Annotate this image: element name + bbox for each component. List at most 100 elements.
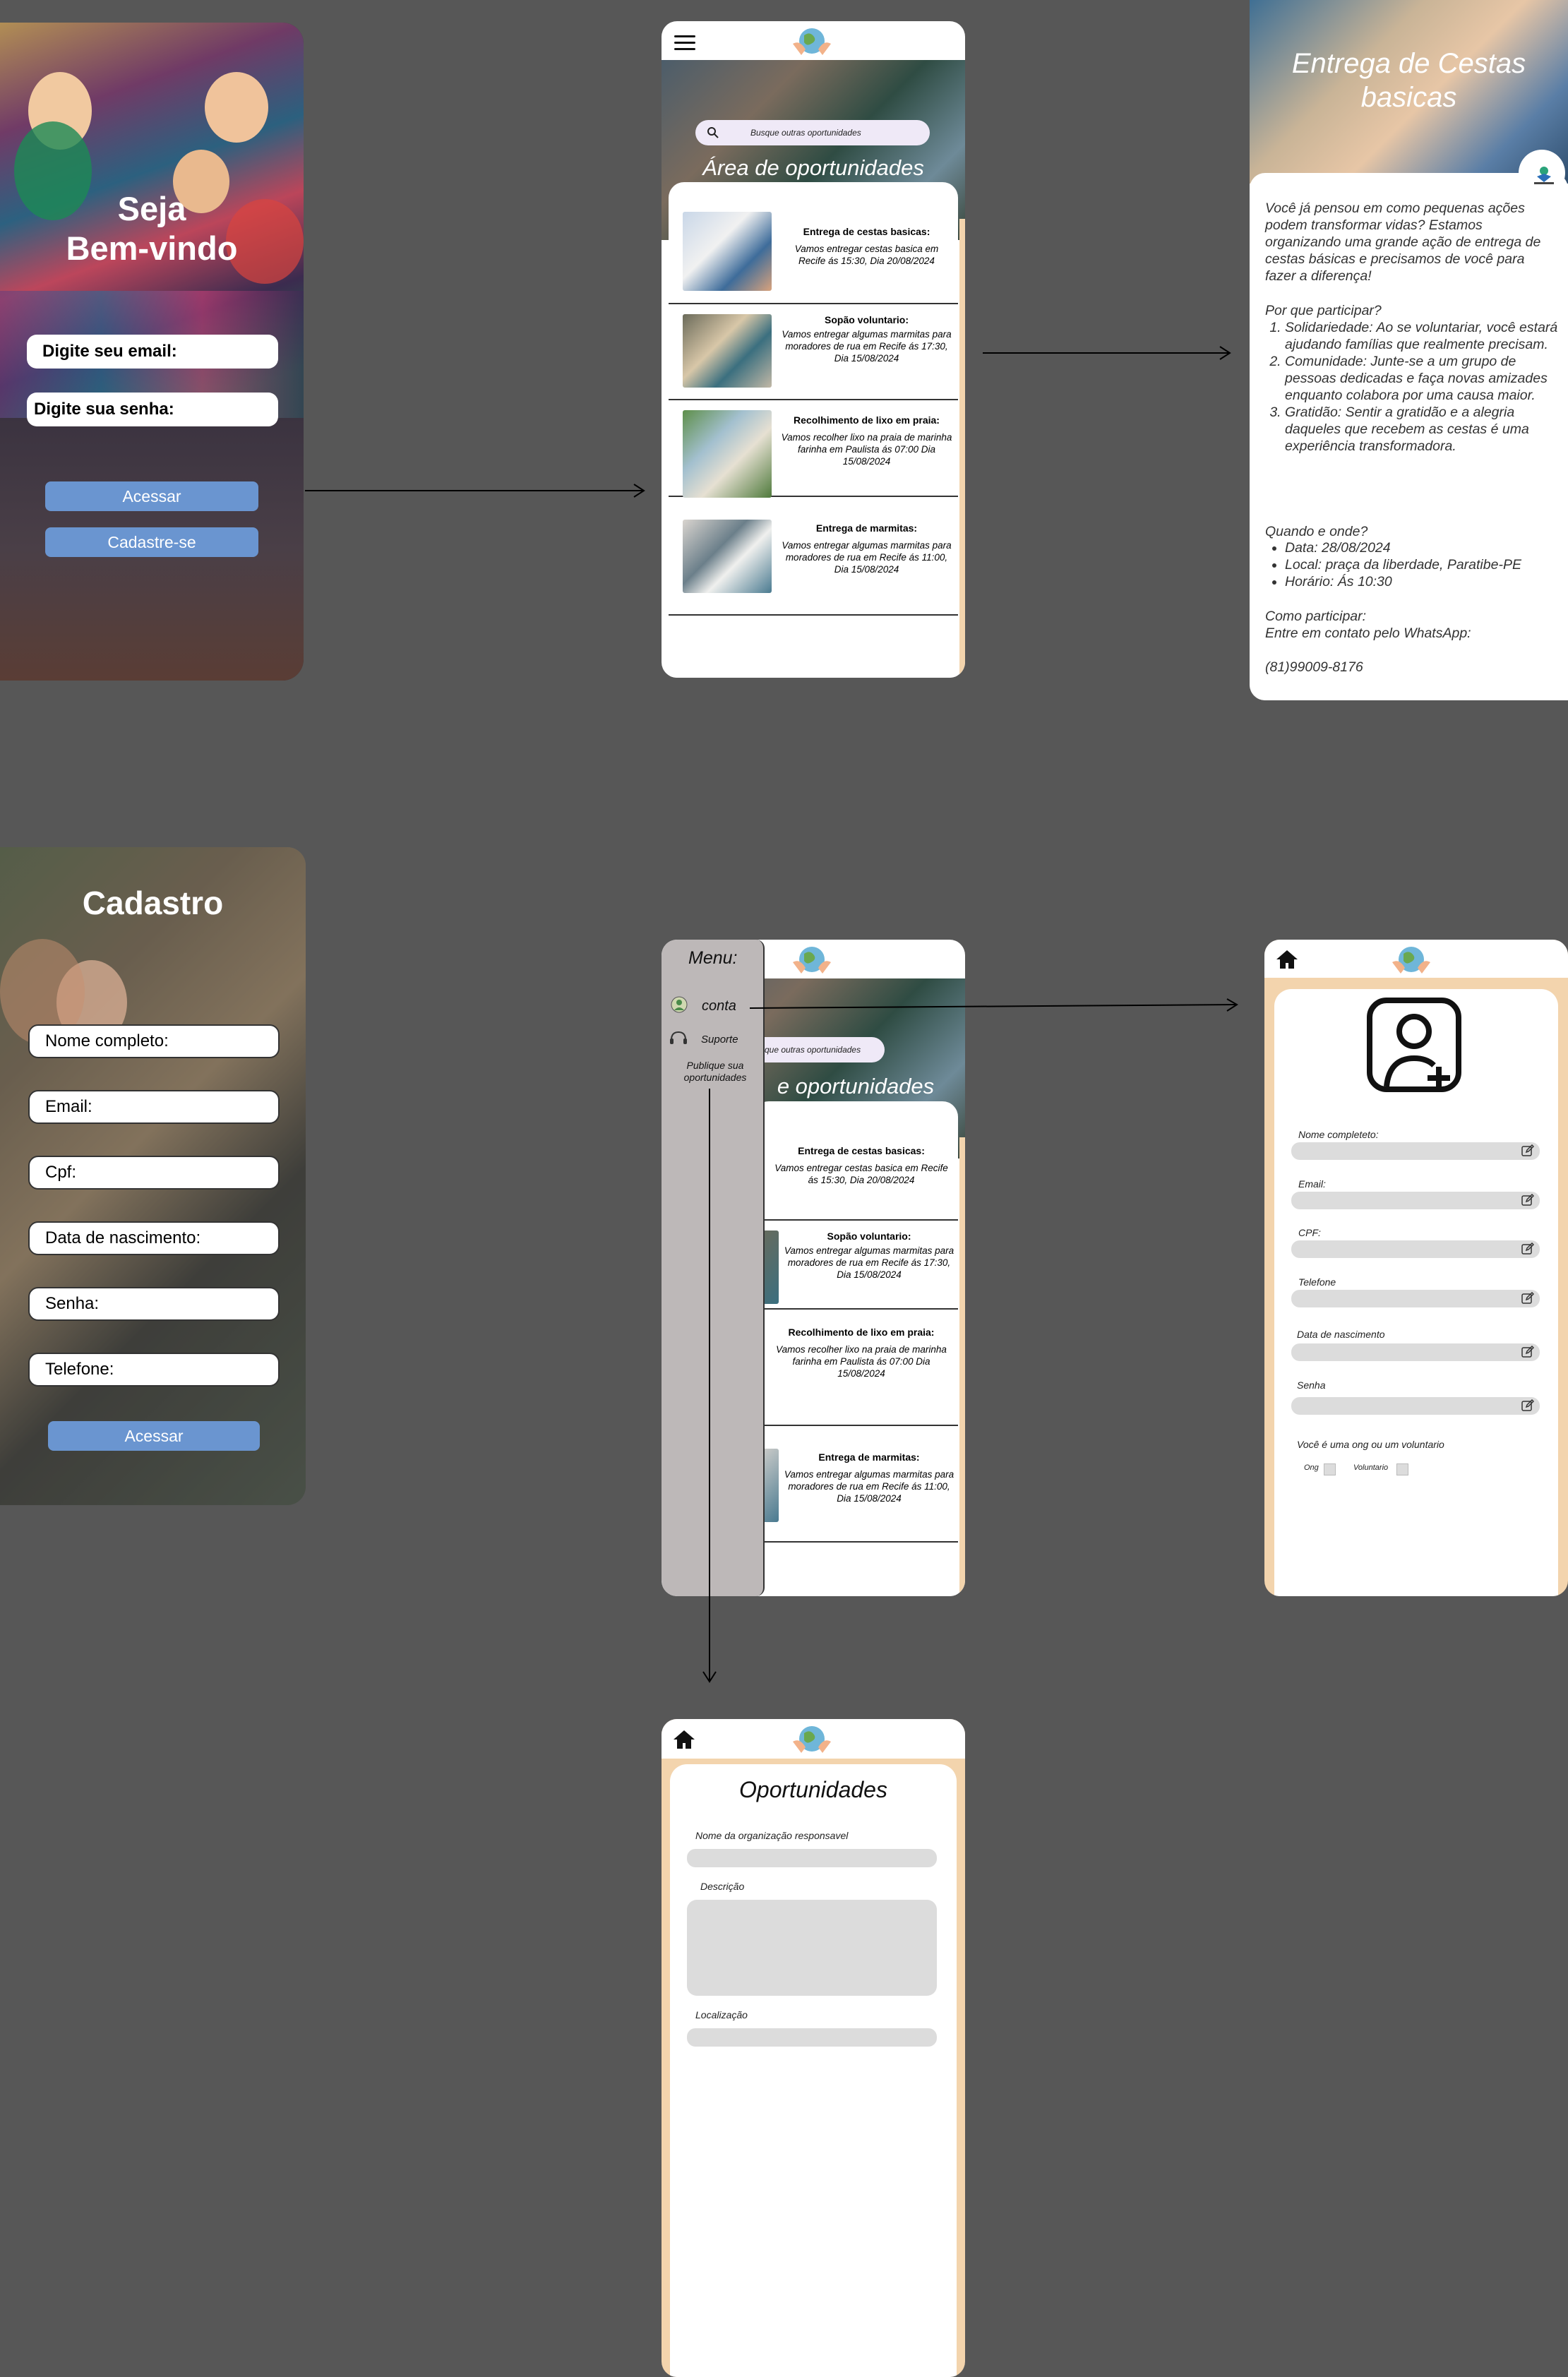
reason-item: Comunidade: Junte-se a um grupo de pesso… — [1285, 353, 1560, 404]
option-volunteer-checkbox[interactable] — [1396, 1463, 1408, 1475]
edit-icon[interactable] — [1521, 1292, 1534, 1305]
opportunity-description: Vamos entregar cestas basica em Recife á… — [794, 244, 939, 266]
menu-item-support[interactable]: Suporte — [701, 1034, 738, 1046]
label-cpf: CPF: — [1298, 1227, 1321, 1238]
area-title: Área de oportunidades — [702, 155, 924, 180]
location-field[interactable] — [687, 2028, 937, 2047]
support-icon — [670, 1031, 687, 1044]
opportunity-title: Sopão voluntario: — [825, 314, 909, 325]
when-heading: Quando e onde? — [1265, 524, 1368, 539]
list-item[interactable]: Recolhimento de lixo em praia: Vamos rec… — [669, 400, 958, 498]
opportunity-title: Entrega de marmitas: — [818, 1451, 920, 1463]
label-email: Email: — [1298, 1178, 1326, 1190]
detail-title-line1: Entrega de Cestas — [1291, 48, 1526, 79]
when-list: Data: 28/08/2024 Local: praça da liberda… — [1265, 539, 1567, 590]
opportunity-description: Vamos entregar algumas marmitas para mor… — [782, 329, 952, 364]
publish-opportunity-screen: Oportunidades Nome da organização respon… — [662, 1719, 965, 2377]
cpf-input[interactable]: Cpf: — [28, 1156, 280, 1190]
logo-globe-icon — [1392, 947, 1430, 974]
thumbnail-image — [683, 520, 772, 593]
opportunity-title: Recolhimento de lixo em praia: — [794, 414, 940, 426]
birthdate-field[interactable] — [1291, 1343, 1540, 1361]
list-item[interactable]: Entrega de cestas basicas: Vamos entrega… — [669, 182, 958, 304]
search-placeholder: sque outras oportunidades — [760, 1045, 861, 1055]
fullname-field[interactable] — [1291, 1142, 1540, 1160]
email-input[interactable]: Digite seu email: — [27, 335, 278, 369]
list-item[interactable]: Sopão voluntario: Vamos entregar algumas… — [753, 1221, 958, 1310]
menu-title: Menu: — [688, 948, 738, 968]
profile-screen: Nome completeto: Email: CPF: Telefone Da… — [1264, 940, 1568, 1596]
search-placeholder: Busque outras oportunidades — [750, 128, 861, 138]
area-title: e oportunidades — [777, 1074, 935, 1098]
label-location: Localização — [695, 2009, 748, 2020]
option-volunteer-label: Voluntario — [1353, 1463, 1389, 1472]
add-user-icon[interactable] — [1365, 996, 1466, 1096]
email-field[interactable] — [1291, 1192, 1540, 1209]
organization-field[interactable] — [687, 1849, 937, 1867]
list-item[interactable]: Sopão voluntario: Vamos entregar algumas… — [669, 304, 958, 400]
list-item[interactable]: Entrega de marmitas: Vamos entregar algu… — [669, 497, 958, 616]
welcome-title-line1: Seja — [117, 190, 186, 227]
flow-arrow — [749, 998, 1238, 1012]
edit-icon[interactable] — [1521, 1346, 1534, 1358]
edit-icon[interactable] — [1521, 1243, 1534, 1255]
phone-input[interactable]: Telefone: — [28, 1353, 280, 1387]
logo-globe-icon — [793, 28, 831, 55]
opportunity-description: Vamos entregar cestas basica em Recife á… — [774, 1163, 948, 1185]
logo-globe-icon — [793, 947, 831, 974]
opportunity-description: Vamos recolher lixo na praia de marinha … — [781, 432, 952, 467]
password-input[interactable]: Senha: — [28, 1287, 280, 1321]
detail-intro: Você já pensou em como pequenas ações po… — [1265, 200, 1541, 284]
description-field[interactable] — [687, 1900, 937, 1996]
list-item[interactable]: Recolhimento de lixo em praia: Vamos rec… — [753, 1310, 958, 1426]
opportunity-detail-screen: Entrega de Cestas basicas Você já pensou… — [1250, 0, 1568, 700]
menu-item-account[interactable]: conta — [702, 998, 736, 1014]
opportunity-description: Vamos recolher lixo na praia de marinha … — [776, 1344, 947, 1379]
cpf-field[interactable] — [1291, 1240, 1540, 1258]
fullname-input[interactable]: Nome completo: — [28, 1024, 280, 1058]
label-description: Descrição — [700, 1881, 745, 1892]
mural-face — [205, 72, 268, 143]
signup-button[interactable]: Cadastre-se — [45, 527, 258, 557]
phone-field[interactable] — [1291, 1290, 1540, 1307]
login-button[interactable]: Acessar — [45, 481, 258, 511]
publish-title: Oportunidades — [739, 1777, 887, 1802]
opportunity-description: Vamos entregar algumas marmitas para mor… — [784, 1245, 954, 1280]
detail-title-line2: basicas — [1360, 82, 1457, 113]
opportunity-title: Sopão voluntario: — [827, 1231, 911, 1242]
label-phone: Telefone — [1298, 1276, 1336, 1288]
opportunity-title: Entrega de marmitas: — [815, 522, 918, 534]
signup-title: Cadastro — [82, 885, 224, 921]
signup-screen: Cadastro Nome completo: Email: Cpf: Data… — [0, 847, 306, 1505]
logo-globe-icon — [793, 1726, 831, 1753]
home-icon[interactable] — [1275, 949, 1299, 970]
search-input[interactable]: Busque outras oportunidades — [695, 120, 930, 145]
opportunity-title: Recolhimento de lixo em praia: — [788, 1327, 935, 1338]
list-item[interactable]: Entrega de marmitas: Vamos entregar algu… — [753, 1426, 958, 1543]
home-icon[interactable] — [672, 1729, 696, 1750]
menu-icon[interactable] — [674, 34, 695, 51]
edit-icon[interactable] — [1521, 1399, 1534, 1412]
side-accent — [959, 1137, 965, 1596]
option-ong-label: Ong — [1304, 1463, 1319, 1472]
welcome-title-line2: Bem-vindo — [66, 229, 238, 267]
option-ong-checkbox[interactable] — [1324, 1463, 1336, 1475]
search-icon — [707, 127, 719, 138]
whatsapp-number[interactable]: (81)99009-8176 — [1265, 659, 1363, 676]
password-field[interactable] — [1291, 1397, 1540, 1415]
signup-submit-button[interactable]: Acessar — [48, 1421, 260, 1451]
password-input[interactable]: Digite sua senha: — [27, 393, 278, 426]
when-item: Data: 28/08/2024 — [1285, 539, 1567, 556]
email-input[interactable]: Email: — [28, 1090, 280, 1124]
list-item[interactable]: Entrega de cestas basicas: Vamos entrega… — [753, 1101, 958, 1221]
birthdate-input[interactable]: Data de nascimento: — [28, 1221, 280, 1255]
org-logo-icon — [1534, 167, 1554, 184]
thumbnail-image — [683, 410, 772, 498]
edit-icon[interactable] — [1521, 1194, 1534, 1207]
thumbnail-image — [683, 212, 772, 291]
menu-item-publish[interactable]: Publique sua oportunidades — [678, 1060, 752, 1084]
welcome-screen: Seja Bem-vindo Digite seu email: Digite … — [0, 23, 304, 681]
edit-icon[interactable] — [1521, 1144, 1534, 1157]
account-icon — [671, 996, 688, 1013]
ong-or-volunteer-question: Você é uma ong ou um voluntario — [1297, 1439, 1444, 1450]
